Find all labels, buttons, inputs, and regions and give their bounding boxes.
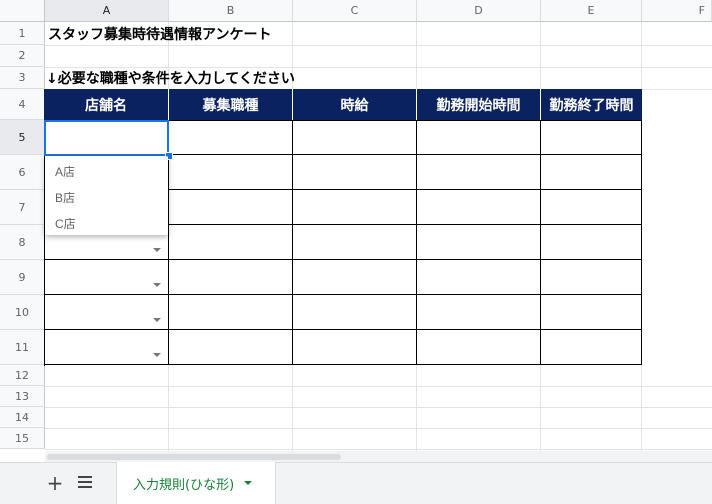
table-cell[interactable] <box>293 155 417 190</box>
column-header-b[interactable]: B <box>169 0 293 22</box>
table-cell[interactable] <box>169 330 293 365</box>
dropdown-option-c[interactable]: C店 <box>45 211 168 237</box>
table-cell[interactable] <box>293 120 417 155</box>
table-cell[interactable] <box>44 330 169 365</box>
table-cell[interactable] <box>169 260 293 295</box>
table-cell[interactable] <box>293 190 417 225</box>
row-header-5[interactable]: 5 <box>0 120 45 155</box>
table-cell[interactable] <box>293 260 417 295</box>
table-cell[interactable] <box>417 190 541 225</box>
sheet-tab-active[interactable]: 入力規則(ひな形) <box>116 462 276 504</box>
row-header-15[interactable]: 15 <box>0 428 45 449</box>
dropdown-arrow-icon[interactable] <box>153 318 161 322</box>
table-cell[interactable] <box>541 155 642 190</box>
dropdown-option-b[interactable]: B店 <box>45 185 168 211</box>
table-cell[interactable] <box>169 155 293 190</box>
row-header-3[interactable]: 3 <box>0 67 45 89</box>
sheet-tab-bar <box>0 462 712 504</box>
table-cell[interactable] <box>417 260 541 295</box>
column-header-c[interactable]: C <box>293 0 417 22</box>
table-cell[interactable] <box>169 225 293 260</box>
row-header-13[interactable]: 13 <box>0 386 45 407</box>
row-header-14[interactable]: 14 <box>0 407 45 428</box>
column-header-f[interactable]: F <box>642 0 712 22</box>
row-header-6[interactable]: 6 <box>0 155 45 190</box>
table-cell[interactable] <box>541 260 642 295</box>
table-cell[interactable] <box>541 120 642 155</box>
row-header-1[interactable]: 1 <box>0 22 45 45</box>
table-header-store-name[interactable]: 店舗名 <box>44 89 169 120</box>
row-header-10[interactable]: 10 <box>0 295 45 330</box>
dropdown-arrow-icon[interactable] <box>153 353 161 357</box>
row-header-12[interactable]: 12 <box>0 365 45 386</box>
cell-a3-instruction[interactable]: ↓必要な職種や条件を入力してください <box>46 67 295 89</box>
active-cell-selection[interactable] <box>44 120 169 156</box>
table-cell[interactable] <box>44 295 169 330</box>
grid-line <box>45 449 712 450</box>
table-cell[interactable] <box>417 330 541 365</box>
table-cell[interactable] <box>541 225 642 260</box>
grid-line <box>45 407 712 408</box>
add-sheet-icon[interactable]: + <box>44 472 66 494</box>
row-header-4[interactable]: 4 <box>0 89 45 120</box>
table-header-start-time[interactable]: 勤務開始時間 <box>417 89 541 120</box>
sheet-tab-label: 入力規則(ひな形) <box>133 477 235 493</box>
table-cell[interactable] <box>293 225 417 260</box>
dropdown-menu: A店 B店 C店 <box>45 156 168 235</box>
table-cell[interactable] <box>417 120 541 155</box>
column-header-d[interactable]: D <box>417 0 541 22</box>
cell-a1-title[interactable]: スタッフ募集時待遇情報アンケート <box>48 22 271 45</box>
table-cell[interactable] <box>293 295 417 330</box>
row-header-7[interactable]: 7 <box>0 190 45 225</box>
table-header-job-type[interactable]: 募集職種 <box>169 89 293 120</box>
grid-line <box>45 428 712 429</box>
table-cell[interactable] <box>541 330 642 365</box>
table-cell[interactable] <box>541 190 642 225</box>
table-cell[interactable] <box>169 295 293 330</box>
spreadsheet-grid[interactable]: A B C D E F 1 2 3 4 5 6 7 8 9 10 11 12 1… <box>0 0 712 451</box>
row-header-2[interactable]: 2 <box>0 45 45 67</box>
column-header-e[interactable]: E <box>541 0 642 22</box>
dropdown-option-a[interactable]: A店 <box>45 159 168 185</box>
scrollbar-thumb[interactable] <box>47 454 341 460</box>
table-cell[interactable] <box>541 295 642 330</box>
row-header-9[interactable]: 9 <box>0 260 45 295</box>
table-header-end-time[interactable]: 勤務終了時間 <box>541 89 642 120</box>
table-cell[interactable] <box>44 260 169 295</box>
row-header-8[interactable]: 8 <box>0 225 45 260</box>
all-sheets-menu-icon[interactable] <box>78 476 92 490</box>
table-cell[interactable] <box>417 225 541 260</box>
dropdown-arrow-icon[interactable] <box>153 248 161 252</box>
table-cell[interactable] <box>417 155 541 190</box>
grid-line <box>45 386 712 387</box>
column-header-a[interactable]: A <box>45 0 169 22</box>
table-cell[interactable] <box>417 295 541 330</box>
table-cell[interactable] <box>169 120 293 155</box>
dropdown-arrow-icon[interactable] <box>153 283 161 287</box>
table-cell[interactable] <box>293 330 417 365</box>
chevron-down-icon[interactable] <box>244 481 253 485</box>
table-header-hourly-wage[interactable]: 時給 <box>293 89 417 120</box>
row-header-11[interactable]: 11 <box>0 330 45 365</box>
table-cell[interactable] <box>169 190 293 225</box>
select-all-corner[interactable] <box>0 0 45 22</box>
grid-line <box>45 45 712 46</box>
